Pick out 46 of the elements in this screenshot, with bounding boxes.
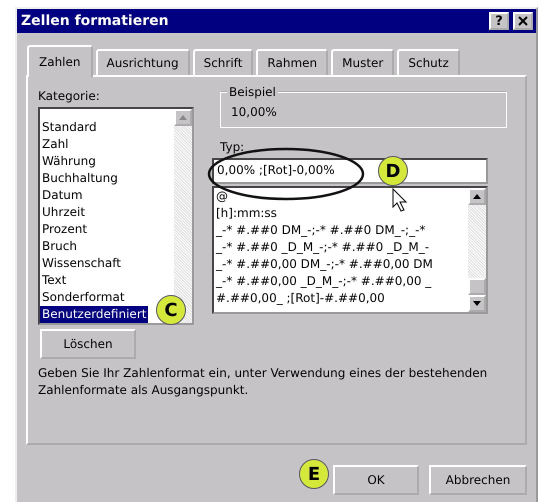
scroll-down-button[interactable] <box>468 295 486 312</box>
category-item[interactable]: Standard <box>40 119 99 136</box>
down-arrow-icon <box>473 301 481 306</box>
category-item[interactable]: Uhrzeit <box>40 204 88 221</box>
up-arrow-icon <box>473 194 481 199</box>
type-label: Typ: <box>220 139 246 156</box>
description-text: Geben Sie Ihr Zahlenformat ein, unter Verwendung eines der bestehenden Zahlenformate als Ausgangspunkt. <box>38 365 488 399</box>
format-item[interactable]: _-* #.##0,00 DM_-;-* #.##0,00 DM <box>214 256 435 273</box>
format-item[interactable]: #.##0,00_ ;[Rot]-#.##0,00 <box>214 290 387 307</box>
format-list[interactable]: @ [h]:mm:ss _-* #.##0 DM_-;-* #.##0 DM_-;_-* _-* #.##0 _D_M_-;-* #.##0 _D_M_- _-* #.##0,00 DM_-;-* #.##0,00 DM _-* #.##0,00 _D_M_-;-* #.##0,00 _ #.##0,00_ ;[Rot]-#.##0,00 <box>212 186 488 314</box>
tab[interactable]: Ausrichtung <box>96 49 190 75</box>
category-item[interactable]: Benutzerdefiniert <box>40 306 148 323</box>
category-item[interactable]: Datum <box>40 187 85 204</box>
tab[interactable]: Muster <box>331 49 394 75</box>
tab[interactable]: Schrift <box>192 49 254 75</box>
sample-value: 10,00% <box>231 104 278 121</box>
category-item[interactable]: Wissenschaft <box>40 255 123 272</box>
format-item[interactable]: @ <box>214 188 230 205</box>
format-item[interactable]: [h]:mm:ss <box>214 205 279 222</box>
ok-button[interactable]: OK <box>333 465 419 495</box>
callout-marker: E <box>299 459 329 489</box>
help-button[interactable]: ? <box>489 12 509 30</box>
tab[interactable]: Schutz <box>397 49 460 75</box>
category-label: Kategorie: <box>38 88 101 105</box>
category-item[interactable]: Text <box>40 272 68 289</box>
window-title: Zellen formatieren <box>21 12 169 30</box>
category-item[interactable]: Sonderformat <box>40 289 127 306</box>
format-item[interactable]: _-* #.##0 DM_-;-* #.##0 DM_-;_-* <box>214 222 428 239</box>
scrollbar[interactable] <box>468 188 486 312</box>
tab[interactable]: Rahmen <box>256 49 328 75</box>
category-item[interactable]: Buchhaltung <box>40 170 120 187</box>
category-item[interactable]: Zahl <box>40 136 71 153</box>
up-arrow-icon <box>179 115 187 120</box>
category-item[interactable]: Prozent <box>40 221 90 238</box>
mouse-cursor-icon <box>392 188 408 212</box>
category-item[interactable]: Währung <box>40 153 98 170</box>
delete-button[interactable]: Löschen <box>40 329 136 359</box>
close-icon <box>518 16 528 26</box>
category-item[interactable]: Bruch <box>40 238 79 255</box>
format-item[interactable]: _-* #.##0 _D_M_-;-* #.##0 _D_M_- <box>214 239 432 256</box>
scroll-thumb[interactable] <box>468 278 486 295</box>
cancel-button[interactable]: Abbrechen <box>429 465 527 495</box>
scroll-up-button[interactable] <box>468 188 486 205</box>
close-button[interactable] <box>513 12 533 30</box>
tab[interactable]: Zahlen <box>27 45 93 77</box>
format-item[interactable]: _-* #.##0,00 _D_M_-;-* #.##0,00 _ <box>214 273 434 290</box>
